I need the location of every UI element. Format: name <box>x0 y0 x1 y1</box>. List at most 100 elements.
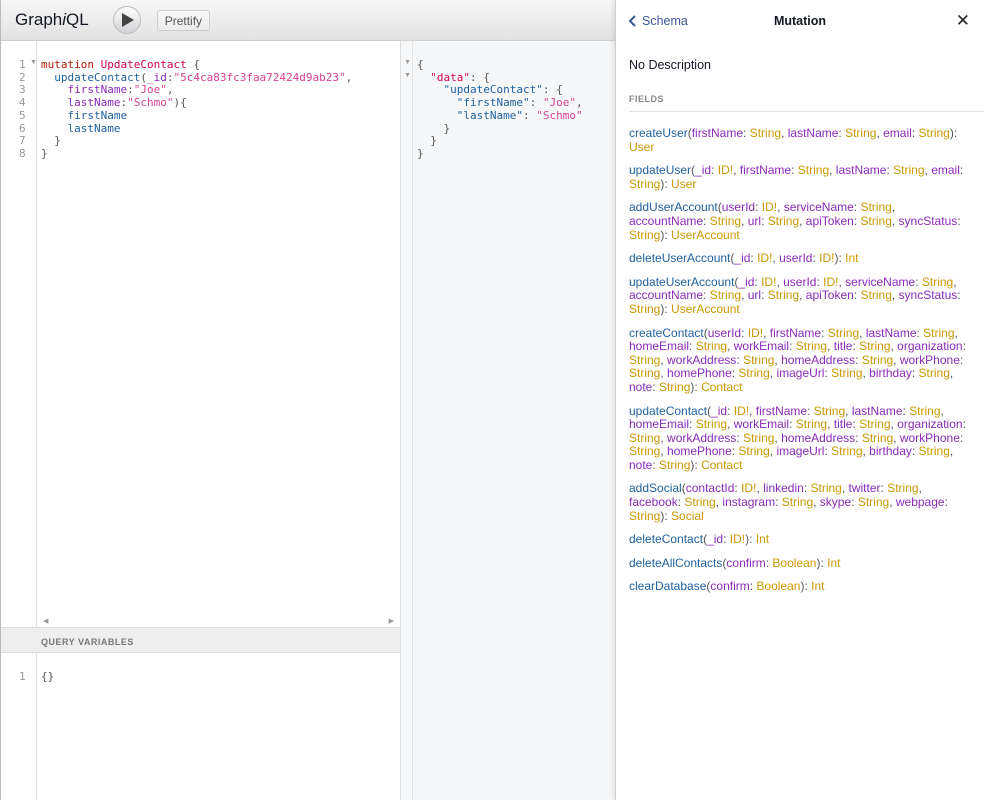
query-editor[interactable]: 12345678 ▼ mutation UpdateContact { upda… <box>1 41 401 627</box>
type-link[interactable]: ID! <box>748 326 763 340</box>
return-type-link[interactable]: Social <box>671 509 704 523</box>
return-type-link[interactable]: UserAccount <box>671 228 740 242</box>
fold-arrow-icon[interactable]: ▼ <box>404 59 411 66</box>
field-name-link[interactable]: deleteContact <box>629 532 703 546</box>
return-type-link[interactable]: Int <box>845 251 858 265</box>
return-type-link[interactable]: UserAccount <box>671 302 740 316</box>
type-link[interactable]: String <box>629 177 660 191</box>
field-name-link[interactable]: createContact <box>629 326 704 340</box>
type-link[interactable]: ID! <box>757 251 772 265</box>
type-link[interactable]: Boolean <box>756 579 800 594</box>
type-link[interactable]: String <box>859 339 890 353</box>
type-link[interactable]: String <box>922 275 953 289</box>
scroll-right-icon[interactable]: ▶ <box>389 617 394 625</box>
type-link[interactable]: String <box>919 366 950 381</box>
type-link[interactable]: String <box>862 431 893 445</box>
query-variables-header[interactable]: QUERY VARIABLES <box>1 627 401 653</box>
type-link[interactable]: String <box>684 495 715 509</box>
type-link[interactable]: String <box>923 326 954 340</box>
type-link[interactable]: String <box>919 444 950 458</box>
field-name-link[interactable]: createUser <box>629 126 688 140</box>
type-link[interactable]: String <box>828 326 859 340</box>
type-link[interactable]: String <box>862 353 893 367</box>
return-type-link[interactable]: Contact <box>701 458 742 472</box>
type-link[interactable]: ID! <box>819 251 834 265</box>
type-link[interactable]: String <box>659 380 690 394</box>
type-link[interactable]: String <box>782 495 813 509</box>
back-to-schema-link[interactable]: Schema <box>628 14 688 28</box>
field-name-link[interactable]: updateContact <box>629 404 707 418</box>
return-type-link[interactable]: User <box>671 177 696 191</box>
type-link[interactable]: String <box>859 417 890 431</box>
variables-code[interactable]: {} <box>41 670 54 684</box>
return-type-link[interactable]: Int <box>756 532 769 546</box>
type-link[interactable]: String <box>810 481 841 496</box>
arg-name: email <box>931 163 960 178</box>
arg-name: skype <box>819 495 852 510</box>
return-type-link[interactable]: User <box>629 140 654 154</box>
type-link[interactable]: String <box>860 200 891 215</box>
type-link[interactable]: String <box>918 126 949 140</box>
type-link[interactable]: ID! <box>730 532 745 546</box>
type-link[interactable]: String <box>861 214 892 228</box>
field-name-link[interactable]: deleteAllContacts <box>629 556 722 570</box>
type-link[interactable]: String <box>696 417 727 431</box>
type-link[interactable]: ID! <box>823 275 838 289</box>
field-name-link[interactable]: updateUserAccount <box>629 275 734 289</box>
type-link[interactable]: String <box>861 288 892 303</box>
type-link[interactable]: String <box>796 417 827 431</box>
type-link[interactable]: ID! <box>734 404 749 418</box>
type-link[interactable]: String <box>798 163 829 177</box>
type-link[interactable]: String <box>768 288 799 303</box>
return-type-link[interactable]: Int <box>827 556 840 570</box>
type-link[interactable]: String <box>831 444 862 458</box>
type-link[interactable]: String <box>738 444 769 458</box>
scroll-left-icon[interactable]: ◀ <box>43 617 48 625</box>
type-link[interactable]: ID! <box>718 163 733 177</box>
type-link[interactable]: String <box>629 366 660 381</box>
punctuation: , <box>953 274 957 289</box>
field-name-link[interactable]: updateUser <box>629 163 691 177</box>
type-link[interactable]: Boolean <box>772 556 816 570</box>
type-link[interactable]: ID! <box>761 275 776 289</box>
fold-arrow-icon[interactable]: ▼ <box>30 59 37 66</box>
type-link[interactable]: String <box>796 339 827 353</box>
type-link[interactable]: String <box>909 404 940 418</box>
type-link[interactable]: String <box>629 353 660 367</box>
horizontal-scrollbar[interactable]: ◀ ▶ <box>37 615 400 627</box>
field-name-link[interactable]: deleteUserAccount <box>629 251 730 265</box>
type-link[interactable]: String <box>629 228 660 242</box>
return-type-link[interactable]: Contact <box>701 380 742 394</box>
type-link[interactable]: ID! <box>762 200 777 215</box>
query-code[interactable]: mutation UpdateContact { updateContact(_… <box>41 58 352 161</box>
type-link[interactable]: String <box>696 339 727 353</box>
type-link[interactable]: String <box>750 126 781 140</box>
type-link[interactable]: String <box>768 214 799 228</box>
type-link[interactable]: String <box>629 444 660 458</box>
type-link[interactable]: String <box>629 431 660 445</box>
type-link[interactable]: String <box>887 481 918 496</box>
prettify-button[interactable]: Prettify <box>156 9 211 31</box>
type-link[interactable]: String <box>629 509 660 523</box>
type-link[interactable]: ID! <box>741 481 756 496</box>
type-link[interactable]: String <box>893 163 924 177</box>
type-link[interactable]: String <box>858 495 889 509</box>
type-link[interactable]: String <box>831 366 862 381</box>
field-name-link[interactable]: addUserAccount <box>629 200 718 215</box>
type-link[interactable]: String <box>710 288 741 303</box>
fold-arrow-icon[interactable]: ▼ <box>404 72 411 79</box>
type-link[interactable]: String <box>845 126 876 140</box>
close-icon[interactable]: ✕ <box>956 11 970 31</box>
variables-editor[interactable]: 1 {} <box>1 653 401 800</box>
field-name-link[interactable]: addSocial <box>629 481 682 496</box>
field-name-link[interactable]: clearDatabase <box>629 579 706 594</box>
type-link[interactable]: String <box>629 302 660 316</box>
return-type-link[interactable]: Int <box>811 579 824 594</box>
type-link[interactable]: String <box>814 404 845 418</box>
type-link[interactable]: String <box>659 458 690 472</box>
type-link[interactable]: String <box>743 353 774 367</box>
type-link[interactable]: String <box>738 366 769 381</box>
execute-button[interactable] <box>112 6 141 34</box>
type-link[interactable]: String <box>743 431 774 445</box>
type-link[interactable]: String <box>710 214 741 228</box>
